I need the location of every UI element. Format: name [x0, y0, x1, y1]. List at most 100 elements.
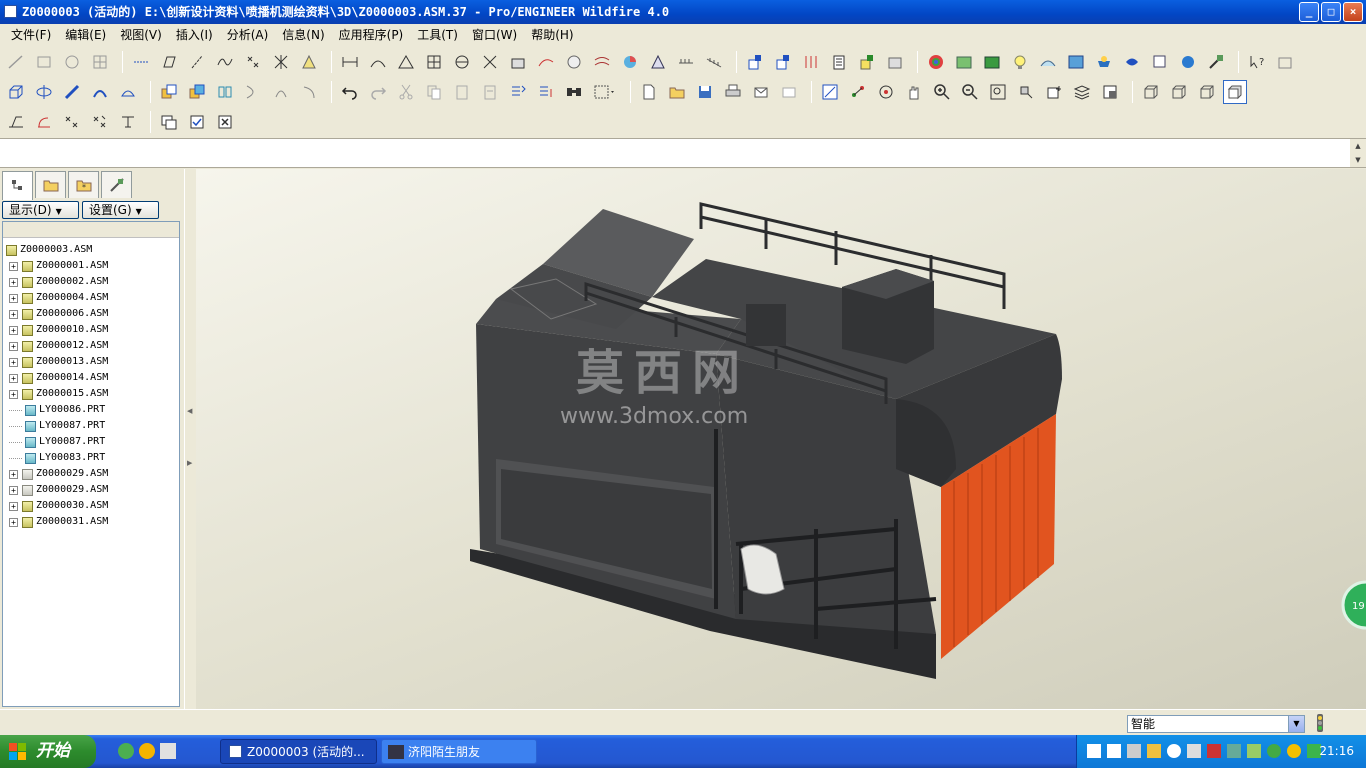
tree-root[interactable]: Z0000003.ASM [6, 242, 92, 258]
window-check-icon[interactable] [185, 110, 209, 134]
curvature-icon[interactable] [562, 50, 586, 74]
boundary-blend-icon[interactable] [116, 80, 140, 104]
analysis-feature-icon[interactable] [297, 50, 321, 74]
tree-item[interactable]: + Z0000012.ASM [9, 338, 108, 354]
tree-item[interactable]: + Z0000031.ASM [9, 514, 108, 530]
measure-angle-icon[interactable] [394, 50, 418, 74]
datum-point-icon[interactable] [241, 50, 265, 74]
sketch-circle-icon[interactable] [60, 50, 84, 74]
orient-mode-icon[interactable] [874, 80, 898, 104]
trim-icon[interactable] [269, 80, 293, 104]
tray-app-icon[interactable] [1247, 744, 1261, 758]
tree-item[interactable]: LY00086.PRT [9, 402, 105, 418]
tray-app-icon[interactable] [1287, 744, 1301, 758]
no-hidden-icon[interactable] [1195, 80, 1219, 104]
appearance-icon[interactable] [924, 50, 948, 74]
task-button-chat[interactable]: 济阳陌生朋友 [381, 739, 537, 764]
tree-item[interactable]: LY00087.PRT [9, 434, 105, 450]
offset-analysis-icon[interactable] [590, 50, 614, 74]
dihedral-icon[interactable] [674, 50, 698, 74]
selection-box-icon[interactable] [590, 80, 620, 104]
print-icon[interactable] [721, 80, 745, 104]
tray-app-icon[interactable] [1227, 744, 1241, 758]
extend-icon[interactable] [297, 80, 321, 104]
measure-area-icon[interactable] [422, 50, 446, 74]
tray-app-icon[interactable] [1167, 744, 1181, 758]
quick-launch-app-icon[interactable] [160, 743, 176, 759]
message-scrollbar[interactable]: ▲ ▼ [1350, 139, 1366, 167]
tree-item[interactable]: + Z0000015.ASM [9, 386, 108, 402]
expand-icon[interactable]: + [9, 373, 18, 383]
menu-tools[interactable]: 工具(T) [410, 24, 465, 46]
collapse-left-icon[interactable]: ◀ [187, 407, 192, 415]
view-manager-icon[interactable] [1098, 80, 1122, 104]
sketch-grid-icon[interactable] [88, 50, 112, 74]
revolve-icon[interactable] [32, 80, 56, 104]
render-icon[interactable] [1120, 50, 1144, 74]
send-link-icon[interactable] [777, 80, 801, 104]
window-close-icon[interactable] [213, 110, 237, 134]
qq-icon[interactable] [1147, 744, 1161, 758]
proe-app-icon[interactable] [4, 5, 17, 18]
minimize-button[interactable]: _ [1299, 2, 1319, 22]
hidden-line-icon[interactable] [1167, 80, 1191, 104]
zoom-out-icon[interactable] [958, 80, 982, 104]
selection-filter-dropdown[interactable]: 智能 ▼ [1127, 715, 1305, 733]
help-icon[interactable] [1107, 744, 1121, 758]
room-icon[interactable] [980, 50, 1004, 74]
layers-icon[interactable] [1070, 80, 1094, 104]
saved-views-icon[interactable] [1042, 80, 1066, 104]
photolux-icon[interactable] [1176, 50, 1200, 74]
tree-item[interactable]: + Z0000030.ASM [9, 498, 108, 514]
start-button[interactable]: 开始 [0, 735, 96, 768]
open-folder-icon[interactable] [665, 80, 689, 104]
menu-info[interactable]: 信息(N) [275, 24, 331, 46]
copy-feature-icon[interactable] [157, 80, 181, 104]
window-activate-icon[interactable] [157, 110, 181, 134]
assembly-model[interactable]: 莫西网 www.3dmox.com 19 [196, 169, 1366, 709]
component-interface-icon[interactable] [855, 50, 879, 74]
menu-file[interactable]: 文件(F) [4, 24, 58, 46]
tray-app-icon[interactable] [1127, 744, 1141, 758]
expand-icon[interactable]: + [9, 517, 18, 527]
tray-app-icon[interactable] [1207, 744, 1221, 758]
axis-icon[interactable] [185, 50, 209, 74]
reorient-icon[interactable] [1014, 80, 1038, 104]
maximize-button[interactable]: □ [1321, 2, 1341, 22]
feature-analysis-icon[interactable] [702, 50, 726, 74]
expand-icon[interactable]: + [9, 325, 18, 335]
traffic-light-icon[interactable] [1313, 713, 1327, 733]
draft-icon[interactable] [4, 110, 28, 134]
refit-icon[interactable] [986, 80, 1010, 104]
expand-icon[interactable]: + [9, 341, 18, 351]
favorites-tab[interactable]: * [68, 171, 99, 198]
context-help-icon[interactable] [1273, 50, 1297, 74]
regenerate-icon[interactable] [506, 80, 530, 104]
assemble-icon[interactable] [743, 50, 767, 74]
draft-analysis-icon[interactable] [618, 50, 642, 74]
measure-diameter-icon[interactable] [450, 50, 474, 74]
explode-icon[interactable] [799, 50, 823, 74]
keyboard-icon[interactable] [1087, 744, 1101, 758]
sketch-line-icon[interactable] [4, 50, 28, 74]
csys-icon[interactable] [269, 50, 293, 74]
perspective-icon[interactable] [1036, 50, 1060, 74]
panel-splitter[interactable]: ◀ ▶ [184, 169, 196, 709]
tree-item[interactable]: + Z0000006.ASM [9, 306, 108, 322]
pan-hand-icon[interactable] [902, 80, 926, 104]
expand-icon[interactable]: + [9, 469, 18, 479]
measure-distance-icon[interactable] [338, 50, 362, 74]
close-button[interactable]: × [1343, 2, 1363, 22]
tree-item[interactable]: + Z0000002.ASM [9, 274, 108, 290]
tree-item[interactable]: LY00083.PRT [9, 450, 105, 466]
sweep-icon[interactable] [60, 80, 84, 104]
settings-menu-button[interactable]: 设置(G) ▼ [82, 201, 159, 219]
tree-item[interactable]: + Z0000010.ASM [9, 322, 108, 338]
hole-icon[interactable] [116, 110, 140, 134]
round-icon[interactable] [32, 110, 56, 134]
wireframe-icon[interactable] [1139, 80, 1163, 104]
menu-view[interactable]: 视图(V) [113, 24, 169, 46]
copy-icon[interactable] [422, 80, 446, 104]
bom-icon[interactable] [827, 50, 851, 74]
mirror-icon[interactable] [213, 80, 237, 104]
